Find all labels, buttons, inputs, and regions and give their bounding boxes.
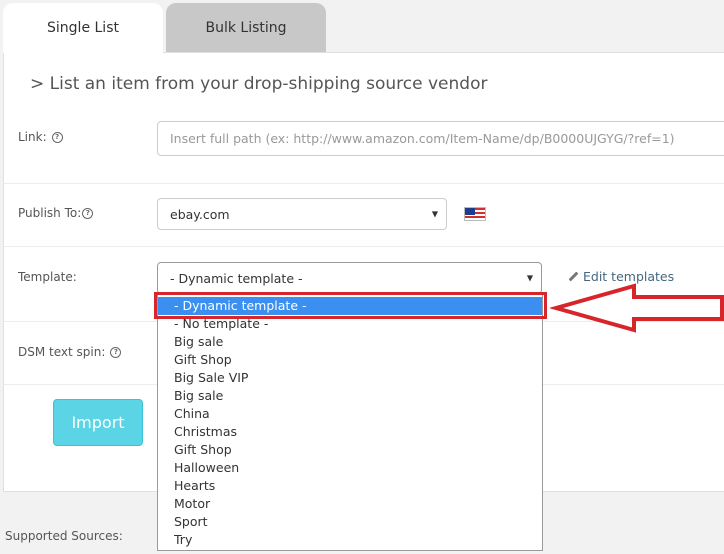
template-option[interactable]: Big sale bbox=[174, 387, 223, 405]
template-option[interactable]: Gift Shop bbox=[174, 441, 232, 459]
template-dropdown-list[interactable]: - Dynamic template - - No template - Big… bbox=[157, 294, 543, 551]
us-flag-icon bbox=[464, 207, 486, 221]
tab-single-list[interactable]: Single List bbox=[3, 3, 163, 53]
link-label: Link: ? bbox=[18, 130, 63, 144]
template-option[interactable]: Gift Shop bbox=[174, 351, 232, 369]
dsm-text-spin-label: DSM text spin: ? bbox=[18, 345, 122, 359]
annotation-highlight-box bbox=[154, 292, 547, 319]
edit-templates-label: Edit templates bbox=[583, 269, 675, 284]
edit-templates-link[interactable]: Edit templates bbox=[568, 269, 675, 284]
template-option[interactable]: Christmas bbox=[174, 423, 237, 441]
template-option[interactable]: Motor bbox=[174, 495, 210, 513]
template-option[interactable]: Hearts bbox=[174, 477, 215, 495]
caret-down-icon: ▼ bbox=[526, 273, 533, 283]
publish-label: Publish To: ? bbox=[18, 206, 94, 220]
template-option[interactable]: China bbox=[174, 405, 210, 423]
tab-bulk-listing-label: Bulk Listing bbox=[205, 20, 287, 36]
import-button-label: Import bbox=[71, 413, 125, 432]
supported-sources-label: Supported Sources: bbox=[5, 529, 123, 543]
link-input[interactable]: Insert full path (ex: http://www.amazon.… bbox=[157, 121, 724, 156]
template-option[interactable]: Halloween bbox=[174, 459, 239, 477]
row-divider bbox=[3, 183, 724, 184]
template-option[interactable]: Big sale bbox=[174, 333, 223, 351]
template-option[interactable]: Big Sale VIP bbox=[174, 369, 248, 387]
template-select[interactable]: - Dynamic template - ▼ bbox=[157, 262, 542, 294]
link-input-placeholder: Insert full path (ex: http://www.amazon.… bbox=[170, 131, 675, 146]
template-label: Template: bbox=[18, 270, 77, 284]
publish-to-select[interactable]: ebay.com ▼ bbox=[157, 198, 447, 230]
tab-single-list-label: Single List bbox=[47, 20, 119, 36]
tab-bulk-listing[interactable]: Bulk Listing bbox=[166, 3, 326, 53]
red-arrow-icon bbox=[550, 283, 724, 333]
page-title: > List an item from your drop-shipping s… bbox=[30, 74, 488, 94]
row-divider bbox=[3, 246, 724, 247]
template-option[interactable]: Sport bbox=[174, 513, 208, 531]
caret-down-icon: ▼ bbox=[431, 209, 438, 219]
question-circle-icon[interactable]: ? bbox=[110, 346, 122, 358]
template-value: - Dynamic template - bbox=[170, 270, 303, 286]
publish-to-value: ebay.com bbox=[170, 206, 230, 222]
question-circle-icon[interactable]: ? bbox=[82, 207, 94, 219]
import-button[interactable]: Import bbox=[53, 399, 143, 446]
template-option[interactable]: Try bbox=[174, 531, 192, 549]
question-circle-icon[interactable]: ? bbox=[51, 131, 63, 143]
